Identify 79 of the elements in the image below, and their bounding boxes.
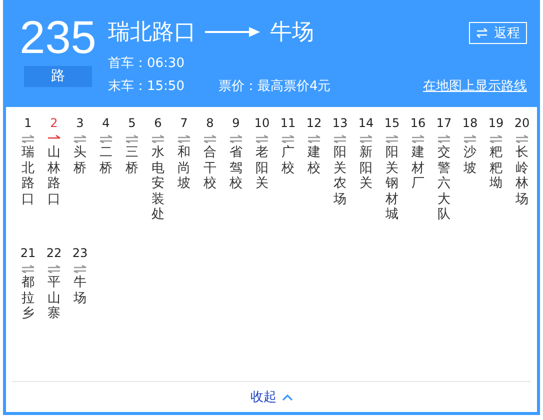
stop-number: 13 [332,115,348,131]
two-way-arrow-icon [385,135,399,143]
stop-name[interactable]: 长岭林场 [516,145,528,208]
stop-number: 3 [76,115,84,131]
two-way-arrow-icon [21,265,35,273]
stop-number: 12 [306,115,322,131]
two-way-arrow-icon [73,265,87,273]
two-way-arrow-icon [73,135,87,143]
two-way-arrow-icon [463,135,477,143]
two-way-arrow-icon [21,135,35,143]
chevron-up-icon [282,394,292,400]
stop-name[interactable]: 瑞北路口 [22,145,34,208]
stop-name[interactable]: 阳关农场 [334,145,346,208]
stop-number: 4 [102,115,110,131]
two-way-arrow-icon [281,135,295,143]
stop-number: 17 [436,115,452,131]
two-way-arrow-icon [515,135,529,143]
stop-name[interactable]: 二桥 [100,145,112,176]
arrow-icon [205,26,261,38]
stop-number: 22 [46,245,62,261]
stop-name[interactable]: 合干校 [204,145,216,192]
stop-name[interactable]: 三桥 [126,145,138,176]
fare-text: 票价：最高票价4元 [218,78,331,95]
collapse-link[interactable]: 收起 [250,388,292,406]
stop-name[interactable]: 广校 [282,145,294,176]
stop-number: 15 [384,115,400,131]
stop-number: 10 [254,115,270,131]
stop-name[interactable]: 粑粑坳 [490,145,502,192]
stop-name[interactable]: 都拉乡 [22,275,34,322]
two-way-arrow-icon [229,135,243,143]
two-way-arrow-icon [177,135,191,143]
stop-number: 18 [462,115,478,131]
stop-name[interactable]: 山林路口 [48,145,60,208]
stop-name[interactable]: 省驾校 [230,145,242,192]
stop-number: 21 [20,245,36,261]
stop-number: 1 [24,115,32,131]
last-bus-time: 末车：15:50 [108,78,184,95]
swap-arrows-icon [476,28,488,38]
stop-name[interactable]: 新阳关 [360,145,372,192]
stop-number: 16 [410,115,426,131]
stop-name[interactable]: 建校 [308,145,320,176]
two-way-arrow-icon [411,135,425,143]
two-way-arrow-icon [489,135,503,143]
two-way-arrow-icon [151,135,165,143]
stop-name[interactable]: 平山寨 [48,275,60,322]
stop-name[interactable]: 牛场 [74,275,86,306]
two-way-arrow-icon [333,135,347,143]
two-way-arrow-icon [255,135,269,143]
stop-name[interactable]: 水电安装处 [152,145,164,223]
two-way-arrow-icon [47,265,61,273]
stop-name[interactable]: 和尚坡 [178,145,190,192]
first-bus-time: 首车：06:30 [108,55,186,72]
stop-number: 11 [280,115,296,131]
stop-name[interactable]: 老阳关 [256,145,268,192]
origin-stop: 瑞北路口 [108,19,196,47]
two-way-arrow-icon [437,135,451,143]
route-number: 235 [20,14,96,60]
stop-name[interactable]: 建材厂 [412,145,424,192]
two-way-arrow-icon [359,135,373,143]
stop-number: 19 [488,115,504,131]
stop-number: 9 [232,115,240,131]
stop-number: 8 [206,115,214,131]
stop-name[interactable]: 头桥 [74,145,86,176]
two-way-arrow-icon [203,135,217,143]
stop-number: 2 [50,115,58,131]
two-way-arrow-icon [125,135,139,143]
stop-number: 20 [514,115,530,131]
stop-number: 23 [72,245,88,261]
stop-number: 5 [128,115,136,131]
route-suffix: 路 [24,66,92,87]
stop-name[interactable]: 交警六大队 [438,145,450,223]
two-way-arrow-icon [307,135,321,143]
stop-number: 14 [358,115,374,131]
stop-name[interactable]: 沙坡 [464,145,476,176]
two-way-arrow-icon [99,135,113,143]
stop-name[interactable]: 阳关钢材城 [386,145,398,223]
stop-number: 6 [154,115,162,131]
stop-number: 7 [180,115,188,131]
destination-stop: 牛场 [270,19,314,47]
